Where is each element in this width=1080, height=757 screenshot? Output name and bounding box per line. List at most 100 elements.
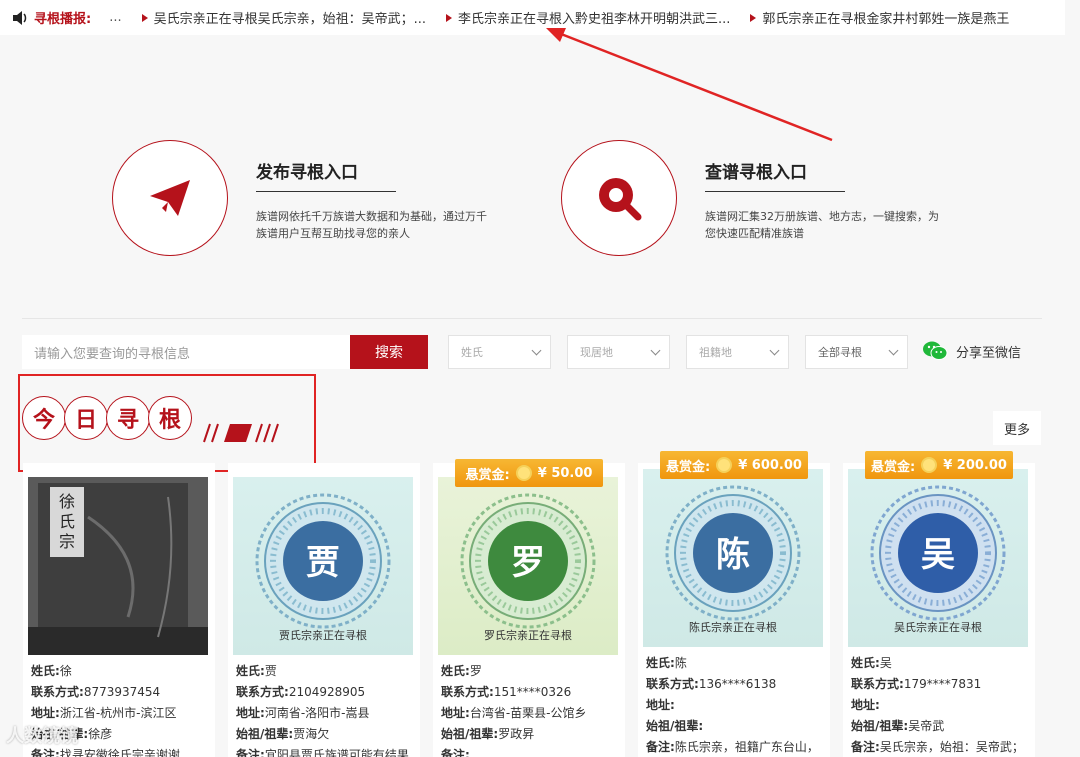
contact-label: 联系方式: [646,677,699,691]
search-card[interactable]: 徐 氏 宗 姓氏:徐 联系方式:8773937454 地址:浙江省-杭州市-滨江… [23,463,215,757]
surname-label: 姓氏: [236,664,265,678]
wechat-icon [923,341,948,360]
ancestor-value: 贾海欠 [293,727,330,741]
book-cover-image: 徐 氏 宗 [28,477,208,655]
contact-label: 联系方式: [31,685,84,699]
contact-value: 8773937454 [83,685,161,699]
surname-medal-image: 罗 罗氏宗亲正在寻根 [438,477,618,655]
bounty-badge: 悬赏金: ¥ 50.00 [455,459,603,493]
card-info: 姓氏:罗 联系方式:151****0326 地址:台湾省-苗栗县-公馆乡 始祖/… [441,661,586,757]
surname-medal-image: 陈 陈氏宗亲正在寻根 [643,469,823,647]
more-button[interactable]: 更多 [993,411,1041,445]
ticker-dots: ... [109,10,122,25]
medal-icon: 吴 [870,485,1006,621]
contact-value: 151****0326 [493,685,572,699]
share-wechat[interactable]: 分享至微信 [922,340,1021,362]
ticker-item[interactable]: 吴氏宗亲正在寻根吴氏宗亲，始祖：吴帝武；... [142,8,426,27]
search-input[interactable]: 请输入您要查询的寻根信息 [22,335,350,369]
bounty-badge: 悬赏金: ¥ 600.00 [660,451,808,485]
speaker-icon [13,10,27,25]
ticker-label: 寻根播报: [34,12,92,27]
address-label: 地址: [646,698,675,712]
surname-label: 姓氏: [851,656,880,670]
note-label: 备注: [236,748,265,757]
card-caption: 贾氏宗亲正在寻根 [279,629,367,642]
note-label: 备注: [851,740,880,754]
surname-value: 陈 [674,656,687,670]
search-card[interactable]: 罗 罗氏宗亲正在寻根 悬赏金: ¥ 50.00 姓氏:罗 联系方式:151****… [433,459,625,757]
medal-char: 罗 [511,543,545,583]
contact-label: 联系方式: [441,685,494,699]
chevron-down-icon [531,345,542,356]
address-value: 台湾省-苗栗县-公馆乡 [469,706,587,720]
search-card[interactable]: 吴 吴氏宗亲正在寻根 悬赏金: ¥ 200.00 姓氏:吴 联系方式:179***… [843,451,1035,757]
residence-select[interactable]: 现居地 [567,335,670,369]
bounty-amount: ¥ 200.00 [943,457,1007,473]
card-caption: 陈氏宗亲正在寻根 [689,621,777,634]
publish-desc: 族谱网依托千万族谱大数据和为基础，通过万千族谱用户互帮互助找寻您的亲人 [256,210,487,240]
search-icon [599,178,642,221]
surname-label: 姓氏: [646,656,675,670]
page: 寻根播报: ... 吴氏宗亲正在寻根吴氏宗亲，始祖：吴帝武；... 李氏宗亲正在… [0,0,1080,757]
select-label: 全部寻根 [818,346,862,359]
watermark: 人数镜镜 [6,726,78,747]
type-select[interactable]: 全部寻根 [805,335,908,369]
medal-icon: 罗 [460,493,596,629]
bounty-amount: ¥ 50.00 [537,465,593,481]
share-label: 分享至微信 [956,345,1022,361]
medal-char: 陈 [716,535,750,575]
search-button[interactable]: 搜索 [350,335,428,369]
bounty-label: 悬赏金: [465,467,510,483]
search-entry-desc: 族谱网汇集32万册族谱、地方志，一键搜索，为您快速匹配精准族谱 [705,210,939,240]
address-value: 浙江省-杭州市-滨江区 [59,706,177,720]
chevron-down-icon [769,345,780,356]
card-caption: 罗氏宗亲正在寻根 [484,629,572,642]
card-info: 姓氏:陈 联系方式:136****6138 地址: 始祖/祖辈: 备注:陈氏宗亲… [646,653,819,757]
note-value: 陈氏宗亲，祖籍广东台山， [674,740,819,754]
select-label: 姓氏 [461,346,483,359]
note-label: 备注: [441,748,470,757]
ancestor-label: 始祖/祖辈: [236,727,294,741]
search-circle[interactable] [561,140,677,256]
contact-label: 联系方式: [236,685,289,699]
surname-medal-image: 贾 贾氏宗亲正在寻根 [233,477,413,655]
contact-label: 联系方式: [851,677,904,691]
note-label: 备注: [646,740,675,754]
bounty-amount: ¥ 600.00 [738,457,802,473]
book-title-glyph: 徐 [59,492,75,511]
publish-title[interactable]: 发布寻根入口 [256,158,396,192]
ancestor-label: 始祖/祖辈: [646,719,704,733]
address-label: 地址: [851,698,880,712]
search-card[interactable]: 陈 陈氏宗亲正在寻根 悬赏金: ¥ 600.00 姓氏:陈 联系方式:136***… [638,451,830,757]
surname-medal-image: 吴 吴氏宗亲正在寻根 [848,469,1028,647]
search-entry-title[interactable]: 查谱寻根入口 [705,158,845,192]
annotation-box [18,374,316,472]
surname-value: 贾 [264,664,277,678]
surname-value: 吴 [879,656,892,670]
contact-value: 2104928905 [288,685,366,699]
publish-entry[interactable]: 发布寻根入口 族谱网依托千万族谱大数据和为基础，通过万千族谱用户互帮互助找寻您的… [112,140,496,256]
origin-select[interactable]: 祖籍地 [686,335,789,369]
ticker-bar: 寻根播报: ... 吴氏宗亲正在寻根吴氏宗亲，始祖：吴帝武；... 李氏宗亲正在… [0,0,1065,35]
book-title-glyph: 氏 [59,512,75,531]
surname-value: 罗 [469,664,482,678]
medal-char: 贾 [306,543,340,583]
ancestor-value: 罗政昇 [498,727,535,741]
medal-icon: 陈 [665,485,801,621]
card-info: 姓氏:吴 联系方式:179****7831 地址: 始祖/祖辈:吴帝武 备注:吴… [851,653,1024,757]
surname-select[interactable]: 姓氏 [448,335,551,369]
surname-label: 姓氏: [441,664,470,678]
ticker-item[interactable]: 郭氏宗亲正在寻根金家井村郭姓一族是燕王 [750,8,1009,27]
note-label: 备注: [31,748,60,757]
surname-label: 姓氏: [31,664,60,678]
publish-circle[interactable] [112,140,228,256]
ticker-item[interactable]: 李氏宗亲正在寻根入黔史祖李林开明朝洪武三... [446,8,730,27]
note-value: 吴氏宗亲，始祖：吴帝武； [879,740,1024,754]
search-card[interactable]: 贾 贾氏宗亲正在寻根 姓氏:贾 联系方式:2104928905 地址:河南省-洛… [228,463,420,757]
ancestor-value: 徐彦 [88,727,113,741]
coin-icon [716,457,733,473]
search-entry[interactable]: 查谱寻根入口 族谱网汇集32万册族谱、地方志，一键搜索，为您快速匹配精准族谱 [561,140,945,256]
bounty-label: 悬赏金: [666,459,711,475]
note-value: 找寻安徽徐氏宗亲谢谢 [59,748,180,757]
card-caption: 吴氏宗亲正在寻根 [894,621,982,634]
